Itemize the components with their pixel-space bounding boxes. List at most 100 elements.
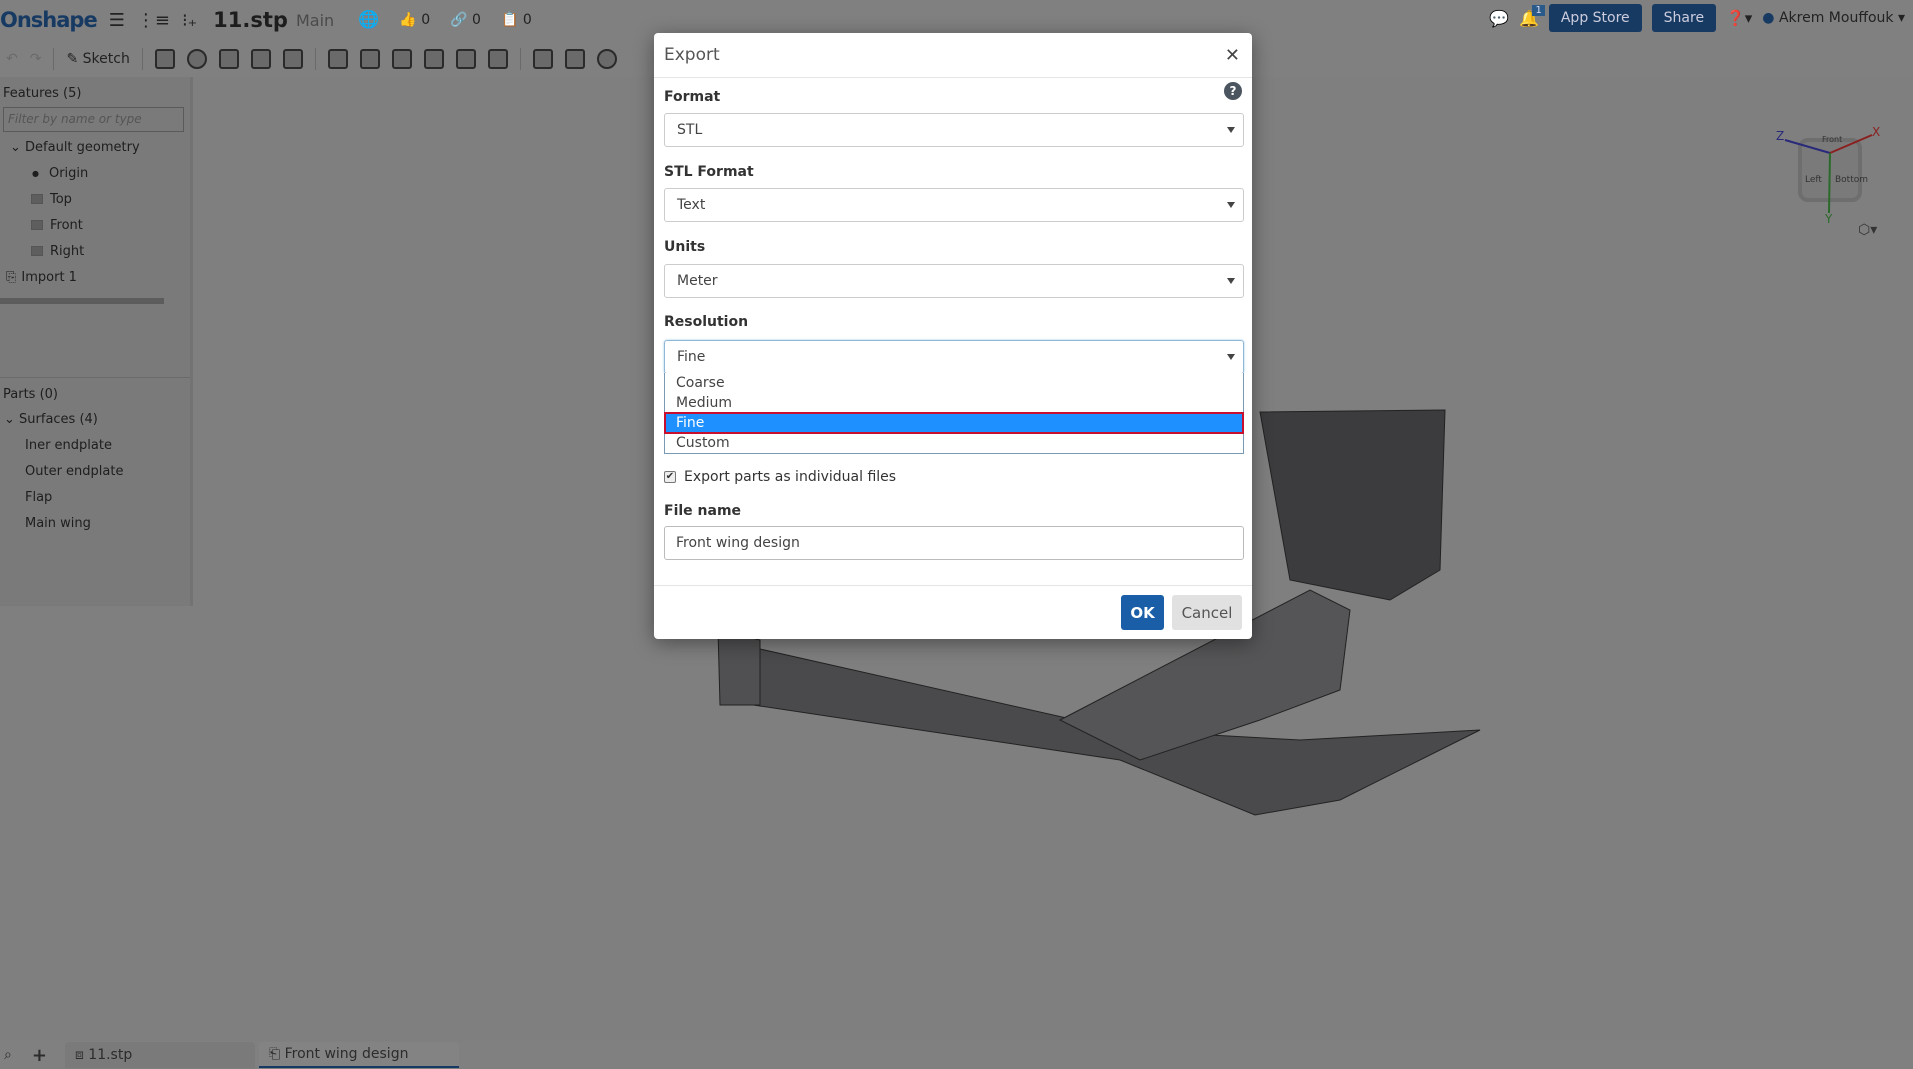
part-item[interactable]: Iner endplate	[0, 432, 190, 458]
onshape-logo[interactable]: Onshape	[0, 8, 98, 32]
parts-title: Parts (0)	[3, 387, 58, 402]
axis-x: X	[1872, 125, 1880, 139]
copy-icon: 📋	[500, 12, 519, 28]
stl-format-label: STL Format	[664, 164, 754, 180]
chevron-down-icon	[1227, 202, 1235, 208]
redo-icon[interactable]: ↷	[30, 51, 42, 67]
feature-panel: Features (5) Filter by name or type ⌄ De…	[0, 77, 193, 606]
divider	[53, 47, 55, 70]
globe-icon[interactable]: 🌐	[358, 10, 379, 30]
hole-icon[interactable]	[487, 48, 508, 69]
plane-icon	[31, 246, 43, 256]
chamfer-icon[interactable]	[359, 48, 380, 69]
import-icon: ⎘	[6, 269, 17, 285]
resolution-select[interactable]: Fine	[664, 340, 1244, 374]
stl-format-select[interactable]: Text	[664, 188, 1244, 222]
fillet-icon[interactable]	[327, 48, 348, 69]
drawing-icon: ⎗	[268, 1046, 281, 1062]
chevron-down-icon	[1227, 278, 1235, 284]
cancel-button[interactable]: Cancel	[1172, 595, 1242, 630]
menu-icon[interactable]: ☰	[109, 10, 125, 31]
surfaces-node[interactable]: ⌄ Surfaces (4)	[0, 406, 190, 432]
option-coarse[interactable]: Coarse	[665, 373, 1243, 393]
view-mode-icon[interactable]: ⬡▾	[1858, 222, 1877, 238]
plane-icon	[31, 220, 43, 230]
file-name-input[interactable]: Front wing design	[664, 526, 1244, 560]
rib-icon[interactable]	[423, 48, 444, 69]
inner-endplate[interactable]	[717, 629, 761, 706]
resolution-options: Coarse Medium Fine Custom	[664, 373, 1244, 454]
pattern-icon[interactable]	[532, 48, 553, 69]
link-icon: 🔗	[450, 12, 468, 28]
filter-input[interactable]: Filter by name or type	[3, 107, 184, 132]
part-item[interactable]: Outer endplate	[0, 458, 190, 484]
dialog-title: Export	[664, 45, 720, 65]
divider	[141, 47, 143, 70]
boolean-icon[interactable]	[596, 48, 617, 69]
export-individual-checkbox[interactable]: ✔ Export parts as individual files	[664, 469, 896, 485]
divider	[314, 47, 316, 70]
help-icon[interactable]: ?	[1224, 82, 1242, 100]
feature-right[interactable]: Right	[0, 238, 190, 264]
units-select[interactable]: Meter	[664, 264, 1244, 298]
close-icon[interactable]: ✕	[1225, 45, 1240, 66]
comment-icon[interactable]: 💬	[1489, 9, 1509, 28]
user-menu[interactable]: ● Akrem Mouffouk ▾	[1762, 10, 1905, 26]
mirror-icon[interactable]	[564, 48, 585, 69]
shell-icon[interactable]	[455, 48, 476, 69]
tab-drawing[interactable]: ⎗ Front wing design	[258, 1042, 459, 1068]
draft-icon[interactable]	[391, 48, 412, 69]
tab-part-studio[interactable]: ⧈ 11.stp	[64, 1042, 255, 1068]
option-custom[interactable]: Custom	[665, 433, 1243, 453]
like-icon: 👍	[399, 12, 417, 28]
view-cube[interactable]: Z X Y Front Left Bottom	[1760, 90, 1900, 250]
share-button[interactable]: Share	[1651, 4, 1717, 32]
help-menu[interactable]: ❓▾	[1726, 9, 1752, 27]
default-geometry-node[interactable]: ⌄ Default geometry	[0, 134, 190, 160]
sweep-icon[interactable]	[218, 48, 239, 69]
feature-front[interactable]: Front	[0, 212, 190, 238]
add-tab-icon[interactable]: +	[32, 1045, 47, 1066]
likes[interactable]: 👍 0	[399, 12, 430, 28]
option-medium[interactable]: Medium	[665, 393, 1243, 413]
ok-button[interactable]: OK	[1121, 595, 1164, 630]
face-front: Front	[1822, 135, 1842, 144]
format-select[interactable]: STL	[664, 113, 1244, 147]
search-tabs-icon[interactable]: ⌕	[4, 1047, 12, 1063]
sketch-button[interactable]: ✎ Sketch	[66, 51, 129, 67]
export-dialog: Export ✕ Format ? STL STL Format Text Uni…	[654, 33, 1252, 639]
undo-icon[interactable]: ↶	[6, 51, 18, 67]
origin-icon: ●	[32, 168, 39, 178]
divider	[519, 47, 521, 70]
copies[interactable]: 📋 0	[501, 12, 532, 28]
avatar-icon: ●	[1762, 10, 1775, 26]
branch-name[interactable]: Main	[296, 11, 334, 30]
thicken-icon[interactable]	[282, 48, 303, 69]
resolution-label: Resolution	[664, 314, 749, 330]
face-left: Left	[1805, 175, 1822, 185]
feature-import[interactable]: ⎘ Import 1	[0, 264, 190, 290]
option-fine[interactable]: Fine	[664, 412, 1244, 434]
revolve-icon[interactable]	[186, 48, 207, 69]
feature-top[interactable]: Top	[0, 186, 190, 212]
part-item[interactable]: Main wing	[0, 510, 190, 536]
extrude-icon[interactable]	[154, 48, 175, 69]
checkbox-checked-icon: ✔	[664, 471, 676, 483]
app-store-button[interactable]: App Store	[1548, 4, 1642, 32]
notification-bell[interactable]: 🔔 1	[1519, 4, 1545, 28]
outer-endplate[interactable]	[1259, 409, 1446, 601]
part-item[interactable]: Flap	[0, 484, 190, 510]
axis-z: Z	[1776, 129, 1784, 143]
pencil-icon: ✎	[66, 50, 79, 67]
insert-icon[interactable]: ⁝₊	[182, 10, 197, 31]
chevron-down-icon	[1227, 354, 1235, 360]
loft-icon[interactable]	[250, 48, 271, 69]
chevron-down-icon	[1227, 127, 1235, 133]
horizontal-scrollbar[interactable]	[0, 298, 164, 304]
notification-count: 1	[1532, 4, 1545, 16]
feature-list-icon[interactable]: ⋮≡	[137, 10, 170, 31]
links[interactable]: 🔗 0	[450, 12, 481, 28]
document-title: 11.stp	[213, 8, 288, 32]
face-bottom: Bottom	[1835, 175, 1868, 185]
feature-origin[interactable]: ● Origin	[0, 160, 190, 186]
